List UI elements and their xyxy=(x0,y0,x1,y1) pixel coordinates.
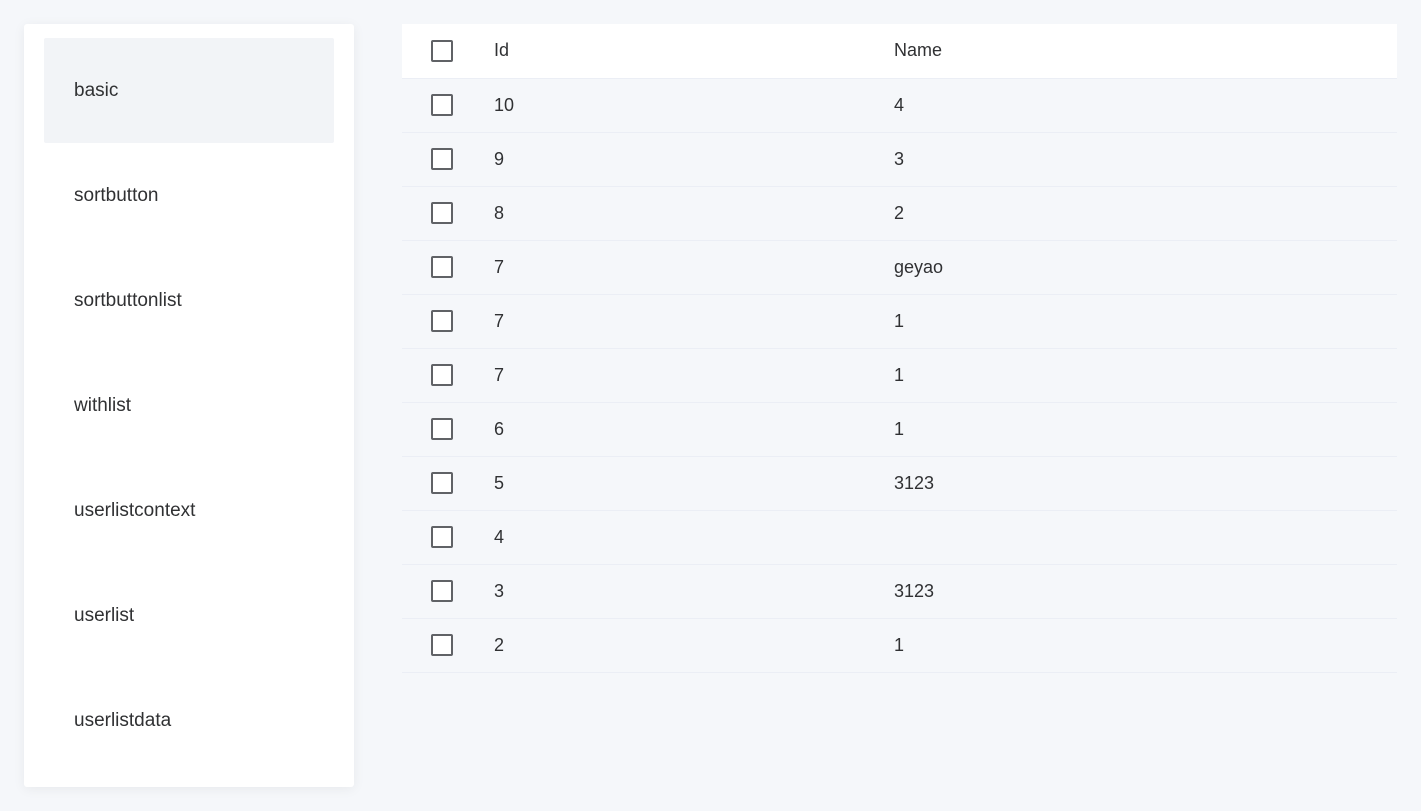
sidebar-item-label: basic xyxy=(74,80,118,102)
row-checkbox[interactable] xyxy=(431,364,453,386)
row-checkbox[interactable] xyxy=(431,148,453,170)
table-row: 4 xyxy=(402,510,1397,564)
row-checkbox[interactable] xyxy=(431,202,453,224)
row-checkbox[interactable] xyxy=(431,634,453,656)
cell-name xyxy=(882,510,1397,564)
cell-id: 4 xyxy=(482,510,882,564)
cell-name: 3123 xyxy=(882,456,1397,510)
sidebar-item-userlist[interactable]: userlist xyxy=(44,563,334,668)
sidebar-item-userlistcontext[interactable]: userlistcontext xyxy=(44,458,334,563)
cell-id: 3 xyxy=(482,564,882,618)
select-all-checkbox[interactable] xyxy=(431,40,453,62)
cell-name: 3123 xyxy=(882,564,1397,618)
cell-name: 1 xyxy=(882,294,1397,348)
table-row: 3 3123 xyxy=(402,564,1397,618)
header-id[interactable]: Id xyxy=(482,24,882,78)
cell-id: 5 xyxy=(482,456,882,510)
row-checkbox[interactable] xyxy=(431,310,453,332)
header-name[interactable]: Name xyxy=(882,24,1397,78)
table-row: 10 4 xyxy=(402,78,1397,132)
sidebar-item-userlistdata[interactable]: userlistdata xyxy=(44,668,334,773)
sidebar-item-withlist[interactable]: withlist xyxy=(44,353,334,458)
row-checkbox[interactable] xyxy=(431,526,453,548)
table-row: 2 1 xyxy=(402,618,1397,672)
data-table: Id Name 10 4 9 3 8 2 xyxy=(402,24,1397,673)
sidebar-item-label: sortbutton xyxy=(74,185,159,207)
cell-id: 8 xyxy=(482,186,882,240)
sidebar-item-basic[interactable]: basic xyxy=(44,38,334,143)
row-checkbox[interactable] xyxy=(431,580,453,602)
sidebar-item-sortbutton[interactable]: sortbutton xyxy=(44,143,334,248)
cell-id: 7 xyxy=(482,294,882,348)
cell-id: 2 xyxy=(482,618,882,672)
table-row: 9 3 xyxy=(402,132,1397,186)
table-row: 8 2 xyxy=(402,186,1397,240)
cell-id: 10 xyxy=(482,78,882,132)
sidebar-item-label: withlist xyxy=(74,395,131,417)
table-row: 6 1 xyxy=(402,402,1397,456)
cell-name: 4 xyxy=(882,78,1397,132)
table-row: 7 1 xyxy=(402,294,1397,348)
header-checkbox-cell xyxy=(402,24,482,78)
cell-name: 1 xyxy=(882,348,1397,402)
sidebar-item-label: sortbuttonlist xyxy=(74,290,182,312)
sidebar: basic sortbutton sortbuttonlist withlist… xyxy=(24,24,354,787)
table-row: 5 3123 xyxy=(402,456,1397,510)
cell-name: 1 xyxy=(882,618,1397,672)
sidebar-item-sortbuttonlist[interactable]: sortbuttonlist xyxy=(44,248,334,353)
cell-id: 6 xyxy=(482,402,882,456)
cell-id: 7 xyxy=(482,348,882,402)
sidebar-item-label: userlistcontext xyxy=(74,500,195,522)
row-checkbox[interactable] xyxy=(431,94,453,116)
cell-id: 7 xyxy=(482,240,882,294)
cell-name: 2 xyxy=(882,186,1397,240)
row-checkbox[interactable] xyxy=(431,418,453,440)
cell-name: 1 xyxy=(882,402,1397,456)
cell-name: 3 xyxy=(882,132,1397,186)
table-row: 7 1 xyxy=(402,348,1397,402)
main-content: Id Name 10 4 9 3 8 2 xyxy=(402,24,1397,673)
table-header-row: Id Name xyxy=(402,24,1397,78)
sidebar-item-label: userlist xyxy=(74,605,134,627)
sidebar-item-label: userlistdata xyxy=(74,710,171,732)
cell-id: 9 xyxy=(482,132,882,186)
cell-name: geyao xyxy=(882,240,1397,294)
table-row: 7 geyao xyxy=(402,240,1397,294)
row-checkbox[interactable] xyxy=(431,472,453,494)
row-checkbox[interactable] xyxy=(431,256,453,278)
